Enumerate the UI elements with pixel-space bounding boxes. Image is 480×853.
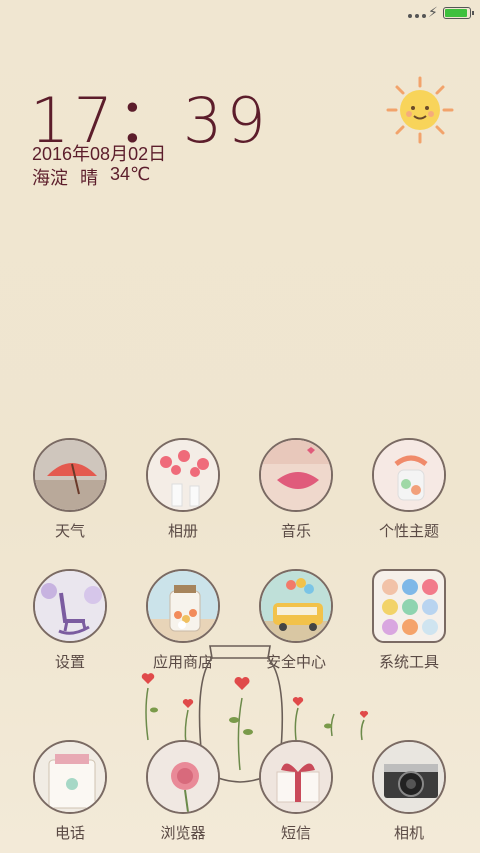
candy-jar-icon[interactable] xyxy=(146,569,220,643)
app-label: 电话 xyxy=(54,825,85,842)
rose-icon[interactable] xyxy=(146,740,220,814)
phone-tin-icon[interactable] xyxy=(33,740,107,814)
camper-van-icon[interactable] xyxy=(259,569,333,643)
date-text: 2016年08月02日 xyxy=(32,144,167,164)
macaron-jar-icon[interactable] xyxy=(372,438,446,512)
app-label: 浏览器 xyxy=(160,825,206,842)
app-browser[interactable]: 浏览器 xyxy=(133,740,233,843)
app-label: 短信 xyxy=(280,825,311,842)
app-messages[interactable]: 短信 xyxy=(246,740,346,843)
app-system-tools[interactable]: 系统工具 xyxy=(359,569,459,672)
app-weather[interactable]: 天气 xyxy=(20,438,120,541)
app-phone[interactable]: 电话 xyxy=(20,740,120,843)
app-label: 音乐 xyxy=(280,523,311,540)
sunny-weather-icon[interactable] xyxy=(386,76,454,144)
app-gallery[interactable]: 相册 xyxy=(133,438,233,541)
umbrella-icon[interactable] xyxy=(33,438,107,512)
vintage-camera-icon[interactable] xyxy=(372,740,446,814)
app-label: 相机 xyxy=(393,825,424,842)
app-settings[interactable]: 设置 xyxy=(20,569,120,672)
app-themes[interactable]: 个性主题 xyxy=(359,438,459,541)
gift-box-icon[interactable] xyxy=(259,740,333,814)
status-bar: ⚡ xyxy=(0,0,480,28)
flower-vase-icon[interactable] xyxy=(146,438,220,512)
app-camera[interactable]: 相机 xyxy=(359,740,459,843)
battery-icon xyxy=(443,7,474,19)
app-label: 设置 xyxy=(54,654,85,671)
app-label: 天气 xyxy=(54,523,85,540)
notification-dots-icon xyxy=(408,14,426,18)
lips-music-icon[interactable] xyxy=(259,438,333,512)
rocking-chair-icon[interactable] xyxy=(33,569,107,643)
app-label: 个性主题 xyxy=(378,523,439,540)
weather-line[interactable]: 海淀 晴 34℃ xyxy=(32,164,150,190)
app-music[interactable]: 音乐 xyxy=(246,438,346,541)
location-text: 海淀 xyxy=(32,168,68,188)
temperature-text: 34℃ xyxy=(110,164,151,184)
weather-text: 晴 xyxy=(80,168,98,188)
charging-icon: ⚡ xyxy=(428,4,438,20)
app-label: 系统工具 xyxy=(378,654,439,671)
app-label: 相册 xyxy=(167,523,198,540)
tools-folder-icon[interactable] xyxy=(372,569,446,643)
